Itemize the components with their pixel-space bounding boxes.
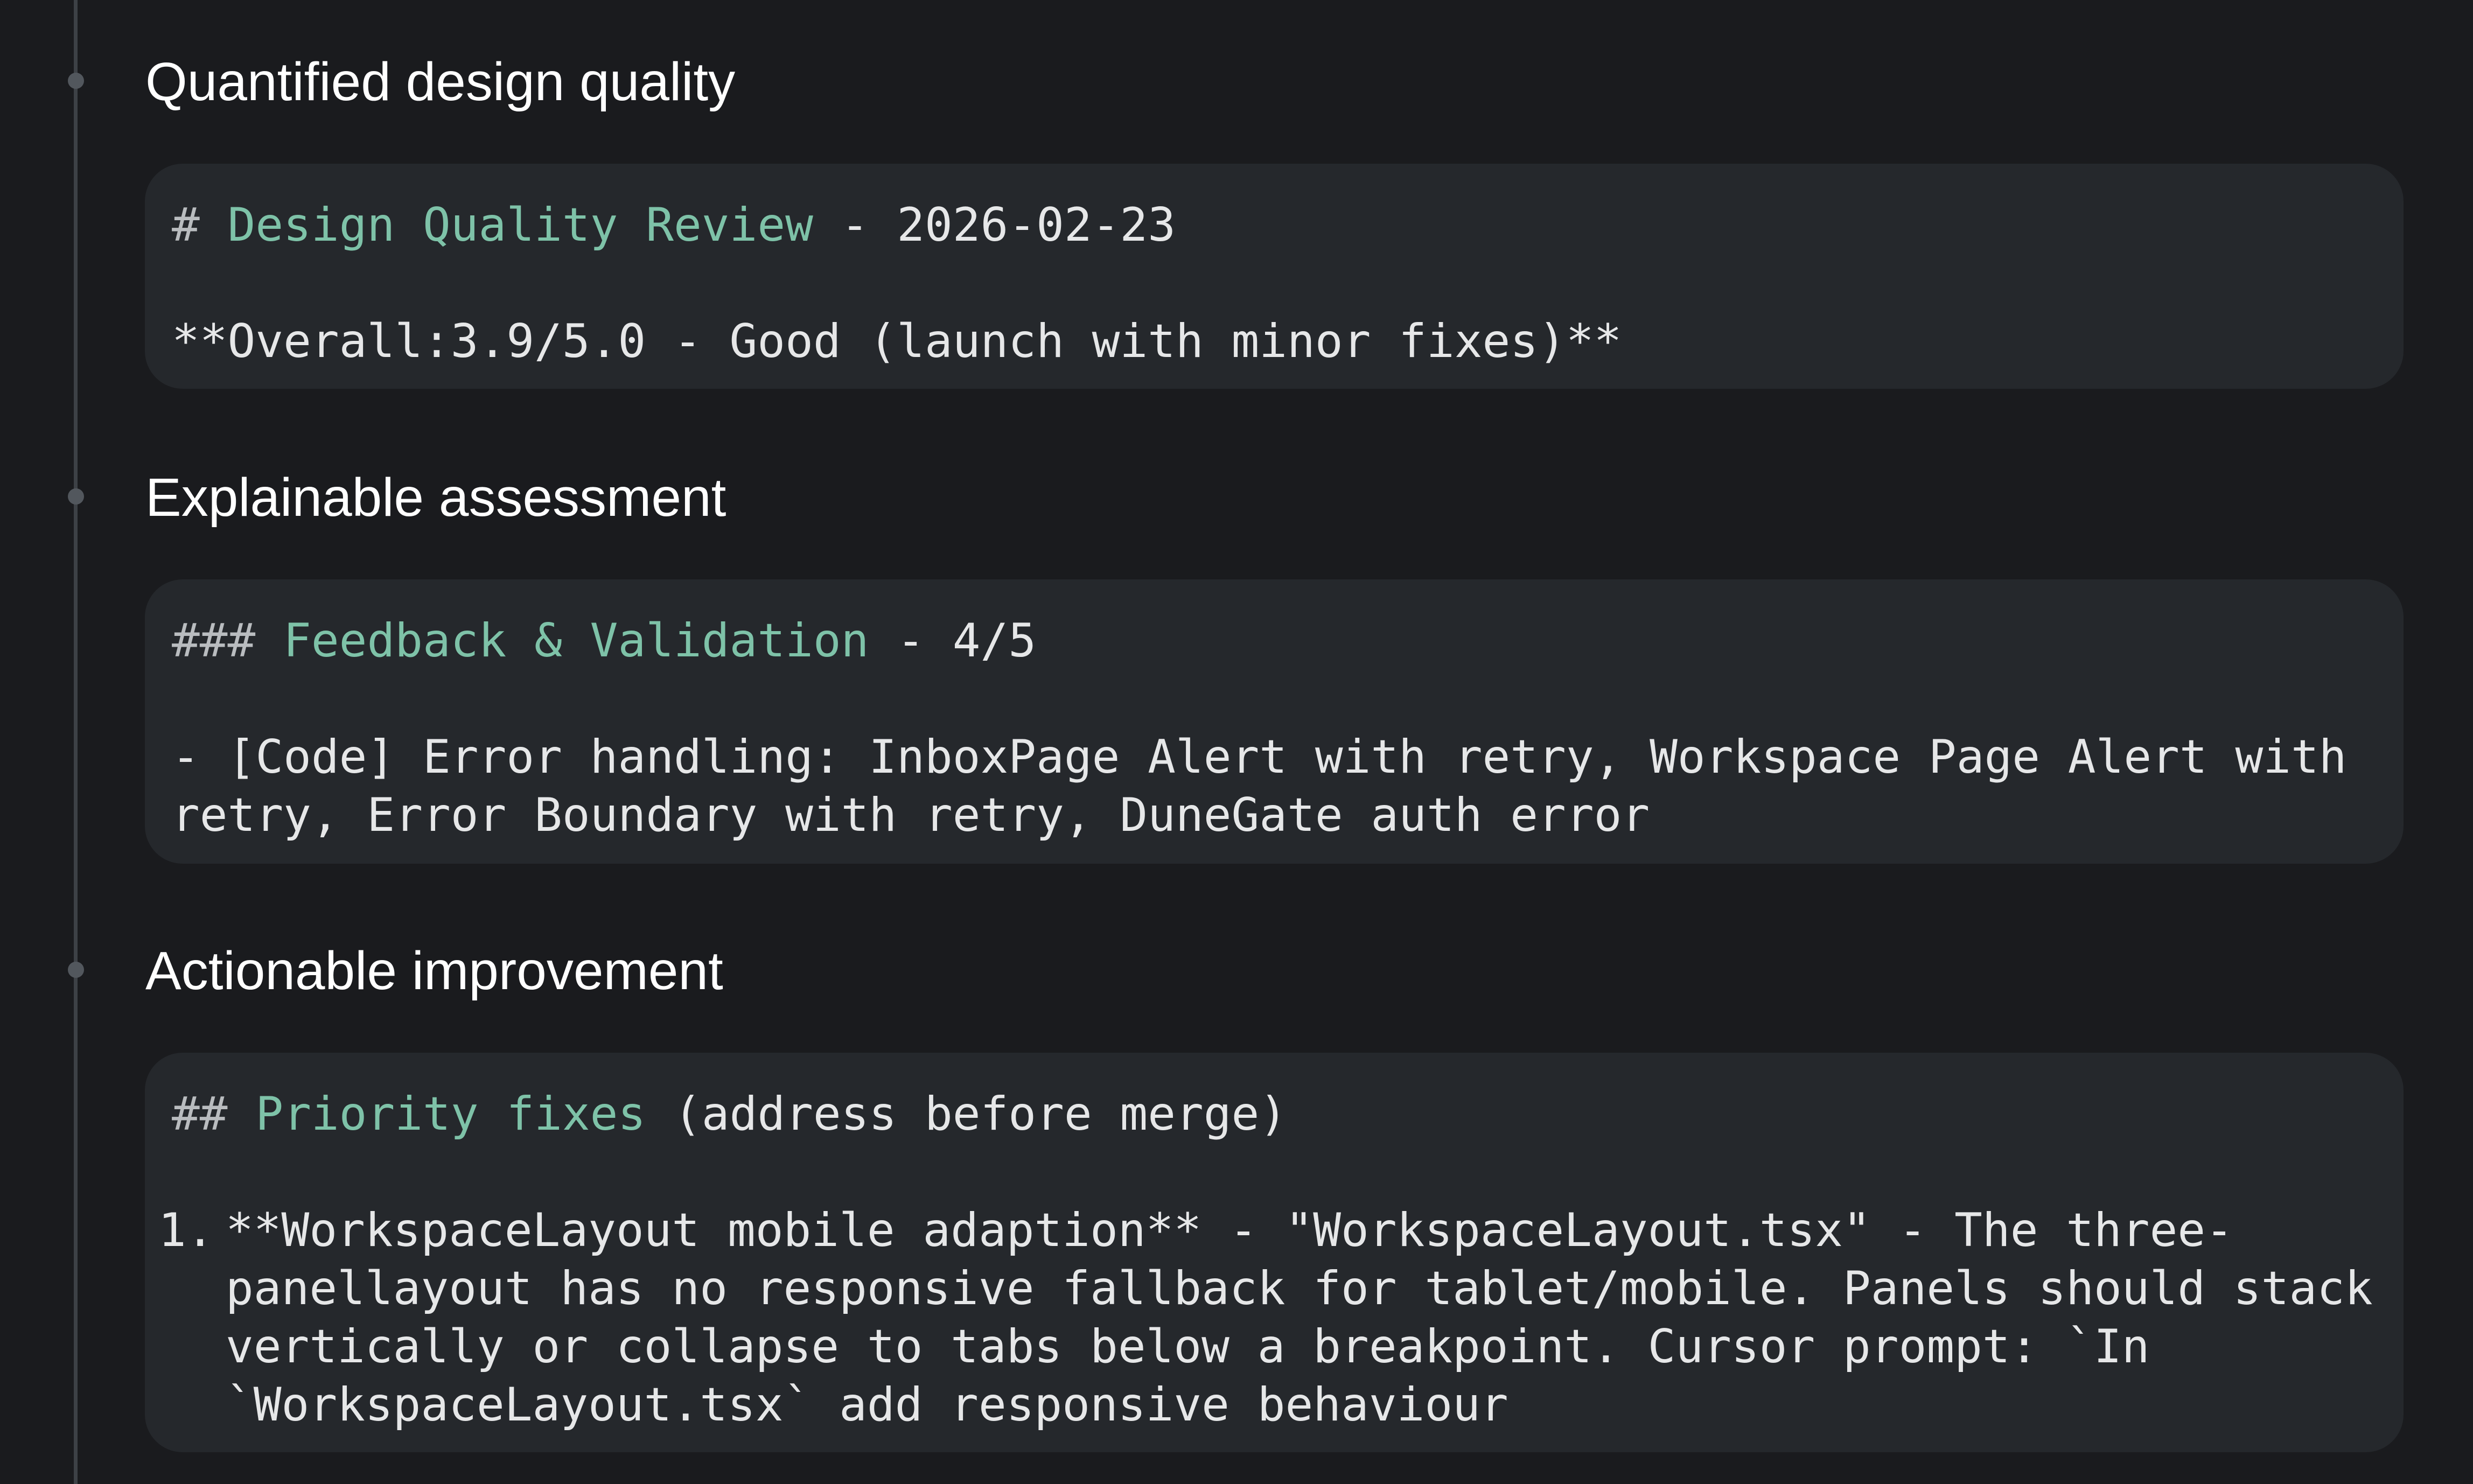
markdown-heading-marker: ## (172, 1087, 228, 1141)
list-item-text: **WorkspaceLayout mobile adaption** - "W… (226, 1201, 2373, 1434)
code-heading-text: Feedback & Validation (283, 614, 869, 668)
code-heading-text: Priority fixes (255, 1087, 646, 1141)
list-line: panellayout has no responsive fallback f… (226, 1262, 2373, 1315)
code-heading-line: ## Priority fixes (address before merge) (172, 1085, 2377, 1143)
list-line: vertically or collapse to tabs below a b… (226, 1320, 2150, 1374)
code-body-line: retry, Error Boundary with retry, DuneGa… (172, 788, 1650, 842)
code-body-line: - [Code] Error handling: InboxPage Alert… (172, 730, 2347, 784)
section-title-explainable: Explainable assessment (145, 467, 726, 528)
code-heading-line: ### Feedback & Validation - 4/5 (172, 612, 2377, 670)
code-heading-line: # Design Quality Review - 2026-02-23 (172, 196, 2377, 254)
code-heading-text: Design Quality Review (227, 198, 813, 252)
code-block-feedback: ### Feedback & Validation - 4/5 - [Code]… (145, 579, 2404, 864)
timeline-dot (68, 962, 84, 978)
code-body-line: **Overall:3.9/5.0 - Good (launch with mi… (172, 314, 1622, 368)
section-title-quantified: Quantified design quality (145, 52, 736, 112)
list-line: **WorkspaceLayout mobile adaption** - "W… (226, 1203, 2233, 1257)
timeline-dot (68, 73, 84, 89)
timeline-dot (68, 488, 84, 505)
code-heading-suffix: - 4/5 (869, 614, 1037, 668)
timeline-line (74, 0, 78, 1484)
code-heading-suffix: - 2026-02-23 (813, 198, 1176, 252)
list-item: 1. **WorkspaceLayout mobile adaption** -… (158, 1201, 2377, 1434)
markdown-heading-marker: ### (172, 614, 256, 668)
list-number: 1. (158, 1203, 214, 1257)
code-heading-suffix: (address before merge) (646, 1087, 1288, 1141)
list-line: `WorkspaceLayout.tsx` add responsive beh… (226, 1378, 1508, 1432)
markdown-heading-marker: # (172, 198, 200, 252)
section-title-actionable: Actionable improvement (145, 941, 723, 1001)
code-block-priority-fixes: ## Priority fixes (address before merge)… (145, 1053, 2404, 1452)
code-block-design-review: # Design Quality Review - 2026-02-23 **O… (145, 164, 2404, 389)
